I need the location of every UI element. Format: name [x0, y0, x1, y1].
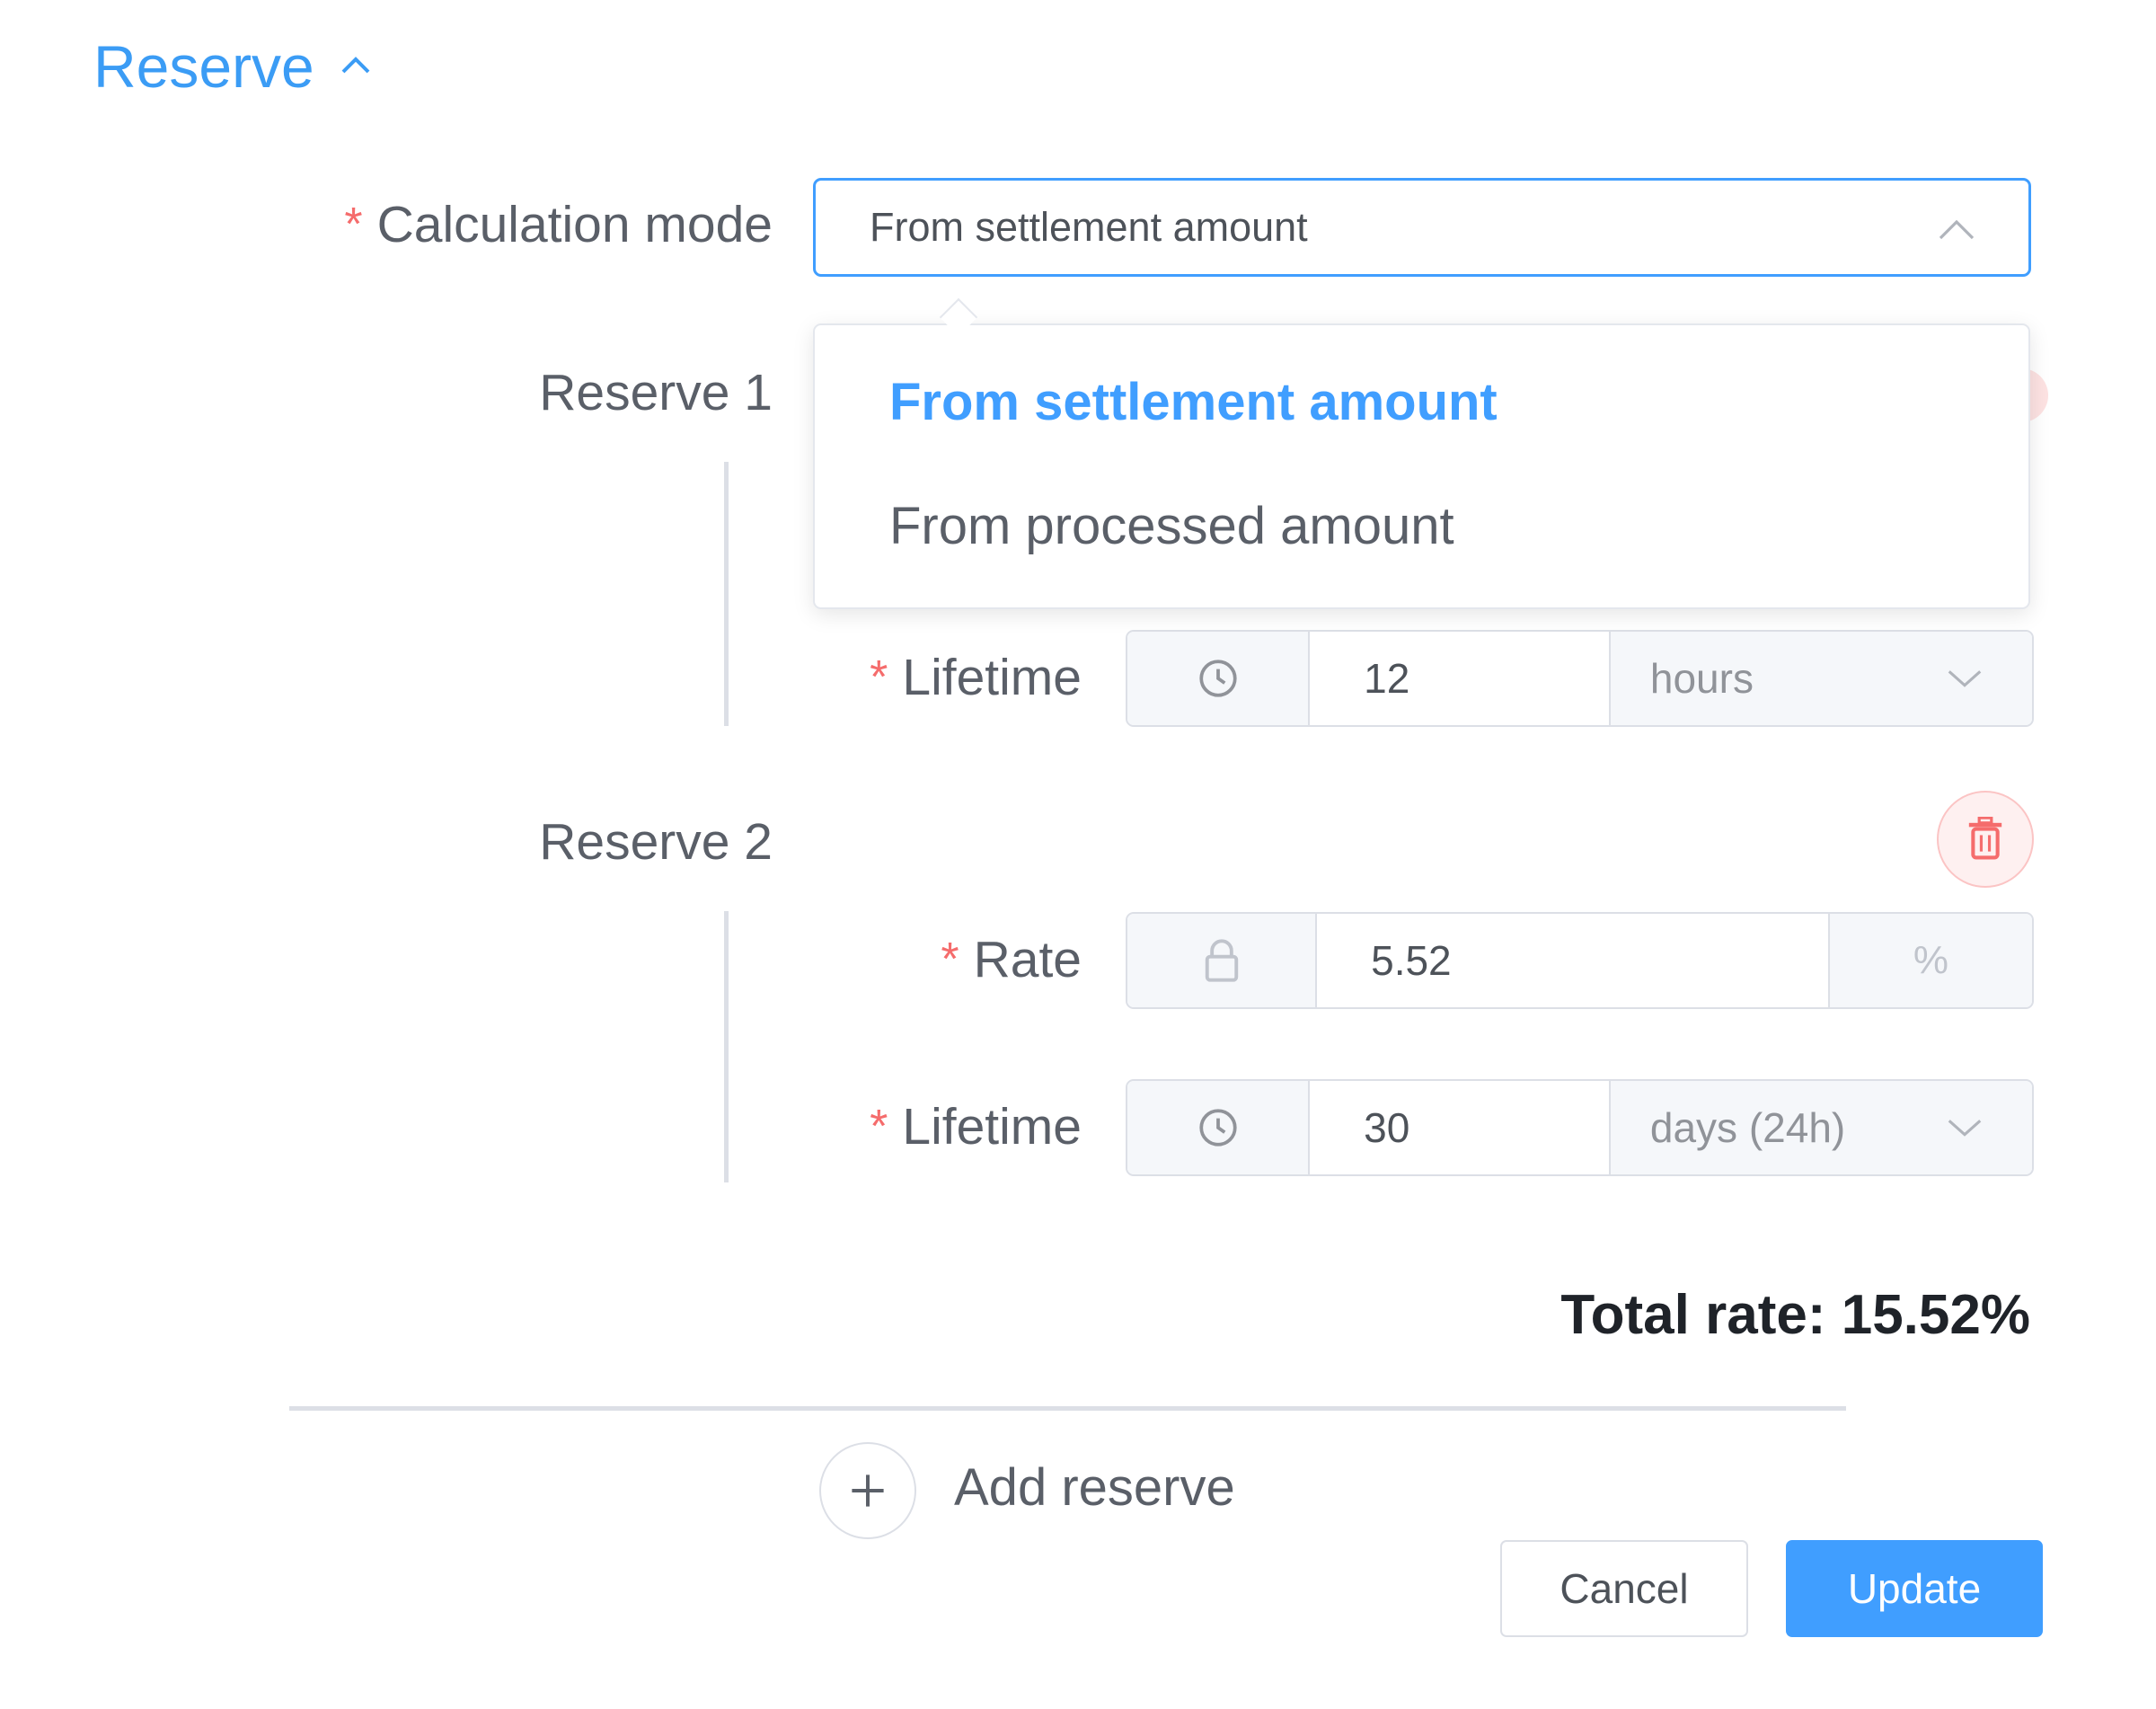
reserve-2-lifetime-label: * Lifetime — [870, 1098, 1082, 1156]
reserve-1-lifetime-label: * Lifetime — [870, 649, 1082, 706]
divider — [289, 1406, 1846, 1411]
required-mark: * — [941, 934, 959, 986]
required-mark: * — [870, 1101, 888, 1153]
reserve-section-toggle[interactable]: Reserve — [93, 31, 377, 102]
reserve-2-lifetime-input[interactable]: 30 — [1310, 1081, 1609, 1174]
chevron-up-icon — [1939, 219, 1975, 240]
reserve-2-rate-input[interactable]: 5.52 — [1317, 914, 1828, 1007]
reserve-1-lifetime-input-group: 12 hours — [1126, 630, 2034, 727]
chevron-down-icon — [1948, 1120, 1982, 1137]
lock-icon-addon — [1127, 914, 1318, 1007]
reserve-2-delete-button[interactable] — [1937, 791, 2034, 888]
lock-icon — [1205, 939, 1238, 982]
reserve-2-rate-input-group: 5.52 % — [1126, 912, 2034, 1009]
total-rate: Total rate: 15.52% — [1560, 1284, 2030, 1346]
reserve-1-lifetime-unit-select[interactable]: hours — [1608, 632, 2032, 725]
update-button[interactable]: Update — [1786, 1540, 2043, 1637]
clock-icon-addon — [1127, 1081, 1311, 1174]
clock-icon — [1198, 1109, 1237, 1147]
reserve-2-group-line — [724, 911, 729, 1182]
section-title: Reserve — [93, 33, 314, 100]
reserve-1-lifetime-input[interactable]: 12 — [1310, 632, 1609, 725]
calculation-mode-label: * Calculation mode — [344, 196, 773, 253]
plus-icon — [852, 1474, 884, 1507]
clock-icon — [1198, 660, 1237, 697]
chevron-up-icon — [341, 57, 370, 74]
reserve-2-lifetime-unit-select[interactable]: days (24h) — [1608, 1081, 2032, 1174]
calculation-mode-select[interactable]: From settlement amount — [813, 178, 2031, 277]
chevron-down-icon — [1948, 670, 1982, 687]
reserve-1-label: Reserve 1 — [539, 364, 773, 421]
reserve-2-label: Reserve 2 — [539, 813, 773, 871]
reserve-2-lifetime-input-group: 30 days (24h) — [1126, 1079, 2034, 1176]
reserve-2-rate-label: * Rate — [941, 931, 1082, 988]
option-from-processed-amount[interactable]: From processed amount — [889, 496, 1454, 556]
cancel-button[interactable]: Cancel — [1500, 1540, 1748, 1637]
calculation-mode-dropdown: From settlement amount From processed am… — [813, 323, 2030, 609]
percent-icon: % — [1913, 938, 1949, 982]
required-mark: * — [870, 651, 888, 704]
trash-icon — [1968, 817, 2002, 860]
percent-addon: % — [1827, 914, 2032, 1007]
option-from-settlement-amount[interactable]: From settlement amount — [889, 372, 1498, 432]
calculation-mode-value: From settlement amount — [870, 204, 1308, 250]
reserve-1-group-line — [724, 462, 729, 726]
clock-icon-addon — [1127, 632, 1311, 725]
add-reserve-button[interactable] — [819, 1442, 916, 1539]
add-reserve-label[interactable]: Add reserve — [954, 1457, 1235, 1518]
required-mark: * — [344, 199, 363, 251]
